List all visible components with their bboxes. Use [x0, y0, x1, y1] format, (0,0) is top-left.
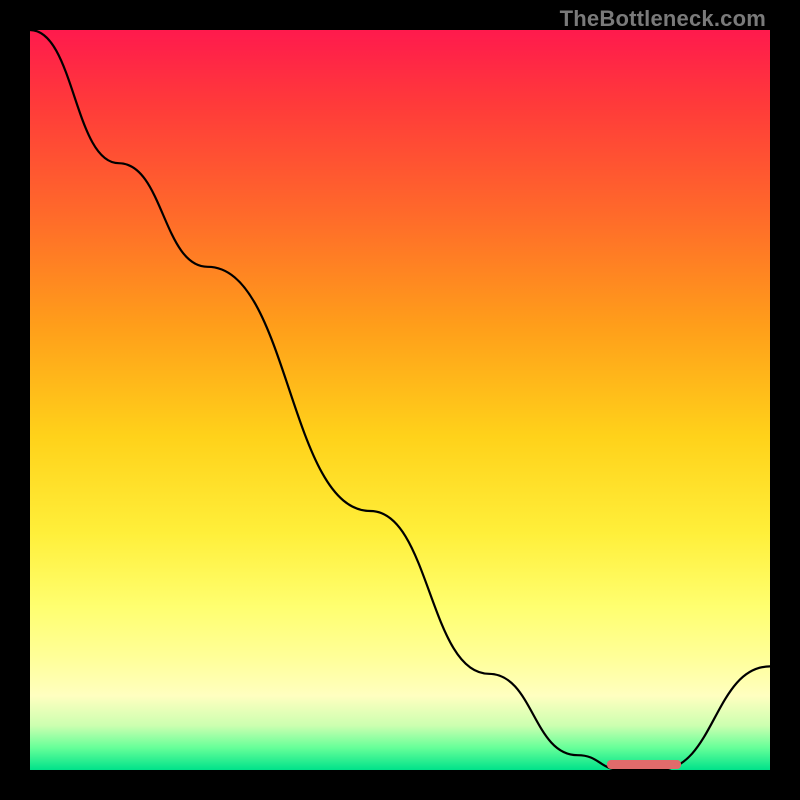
curve-path [30, 30, 770, 770]
optimal-range-marker [607, 760, 681, 769]
chart-frame: TheBottleneck.com [0, 0, 800, 800]
watermark-text: TheBottleneck.com [560, 6, 766, 32]
plot-area [30, 30, 770, 770]
line-curve [30, 30, 770, 770]
